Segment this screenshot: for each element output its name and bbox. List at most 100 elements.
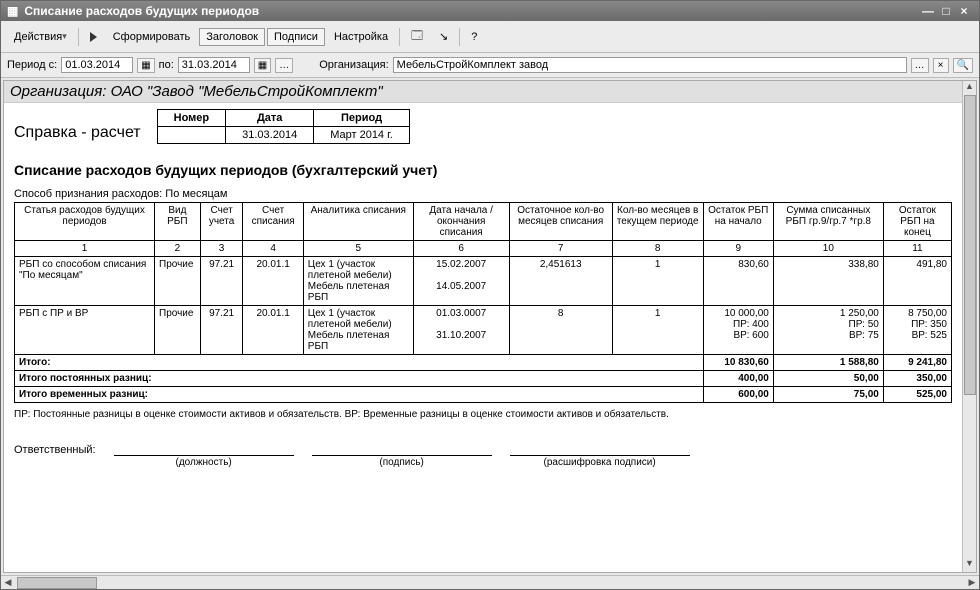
filter-bar: Период с: ▦ по: ▦ … Организация: … × 🔍 xyxy=(1,53,979,78)
total-vr-write: 75,00 xyxy=(773,387,883,403)
calendar-icon-to[interactable]: ▦ xyxy=(254,58,271,73)
setup-button[interactable]: Настройка xyxy=(327,28,395,46)
sign-signature-caption: (подпись) xyxy=(312,457,492,468)
n7: 7 xyxy=(509,241,612,257)
form-label: Сформировать xyxy=(113,31,191,43)
report-title: Списание расходов будущих периодов (бухг… xyxy=(14,162,952,178)
cell-article: РБП с ПР и ВР xyxy=(15,306,155,355)
report-table: Статья расходов будущих периодов Вид РБП… xyxy=(14,202,952,403)
col-cur: Кол-во месяцев в текущем периоде xyxy=(612,203,703,241)
signature-row: Ответственный: (должность) (подпись) (ра… xyxy=(14,442,952,456)
responsible-label: Ответственный: xyxy=(14,444,96,456)
header-button[interactable]: Заголовок xyxy=(199,28,265,46)
cell-type: Прочие xyxy=(155,306,201,355)
actions-label: Действия xyxy=(14,31,62,43)
org-find-button[interactable]: 🔍 xyxy=(953,58,973,73)
sign-name-caption: (расшифровка подписи) xyxy=(510,457,690,468)
n5: 5 xyxy=(303,241,413,257)
col-article: Статья расходов будущих периодов xyxy=(15,203,155,241)
footnote: ПР: Постоянные разницы в оценке стоимост… xyxy=(14,409,952,420)
tool-icon-1[interactable]: 🗔 xyxy=(404,24,430,49)
cell-acct2: 20.01.1 xyxy=(243,257,303,306)
total-pr-write: 50,00 xyxy=(773,371,883,387)
total-vr-row: Итого временных разниц: 600,00 75,00 525… xyxy=(15,387,952,403)
table-row: РБП со способом списания "По месяцам" Пр… xyxy=(15,257,952,306)
cell-write: 338,80 xyxy=(773,257,883,306)
cell-dates: 01.03.000731.10.2007 xyxy=(413,306,509,355)
cell-acct: 97.21 xyxy=(200,306,243,355)
mini-h-num: Номер xyxy=(157,110,226,127)
org-header: Организация: ОАО "Завод "МебельСтройКомп… xyxy=(4,81,962,103)
cell-article: РБП со способом списания "По месяцам" xyxy=(15,257,155,306)
help-button[interactable]: ? xyxy=(464,28,484,46)
mini-v-num xyxy=(157,127,226,144)
close-button[interactable]: × xyxy=(955,4,973,18)
toolbar: Действия Сформировать Заголовок Подписи … xyxy=(1,21,979,53)
col-acct2: Счет списания xyxy=(243,203,303,241)
cell-begin: 10 000,00ПР: 400ВР: 600 xyxy=(703,306,773,355)
col-acct: Счет учета xyxy=(200,203,243,241)
play-icon xyxy=(90,32,97,42)
cell-begin: 830,60 xyxy=(703,257,773,306)
period-from-input[interactable] xyxy=(61,57,133,73)
period-to-label: по: xyxy=(159,59,174,71)
n1: 1 xyxy=(15,241,155,257)
sign-position: (должность) xyxy=(114,442,294,456)
actions-menu[interactable]: Действия xyxy=(7,28,74,46)
n10: 10 xyxy=(773,241,883,257)
n3: 3 xyxy=(200,241,243,257)
sign-signature: (подпись) xyxy=(312,442,492,456)
tool-icon-2[interactable]: ↘ xyxy=(432,27,455,46)
mini-v-period: Март 2014 г. xyxy=(314,127,410,144)
setup-label: Настройка xyxy=(334,31,388,43)
cell-remain: 8 xyxy=(509,306,612,355)
n8: 8 xyxy=(612,241,703,257)
cell-dates: 15.02.200714.05.2007 xyxy=(413,257,509,306)
total-pr-end: 350,00 xyxy=(883,371,951,387)
sign-position-caption: (должность) xyxy=(114,457,294,468)
doc-meta-table: Номер Дата Период 31.03.2014 Март 2014 г… xyxy=(157,109,410,144)
maximize-button[interactable]: □ xyxy=(937,4,955,18)
total-pr-begin: 400,00 xyxy=(703,371,773,387)
calendar-icon-from[interactable]: ▦ xyxy=(137,58,154,73)
total-pr-label: Итого постоянных разниц: xyxy=(15,371,704,387)
total-vr-end: 525,00 xyxy=(883,387,951,403)
vertical-scrollbar[interactable]: ▲ ▼ xyxy=(962,81,976,572)
cell-cur: 1 xyxy=(612,306,703,355)
n6: 6 xyxy=(413,241,509,257)
org-label: Организация: xyxy=(319,59,388,71)
total-end: 9 241,80 xyxy=(883,355,951,371)
org-picker-button[interactable]: … xyxy=(911,58,929,73)
form-button[interactable]: Сформировать xyxy=(106,28,198,46)
cell-acct2: 20.01.1 xyxy=(243,306,303,355)
period-picker-button[interactable]: … xyxy=(275,58,293,73)
col-remain: Остаточное кол-во месяцев списания xyxy=(509,203,612,241)
sign-name: (расшифровка подписи) xyxy=(510,442,690,456)
report-area: Организация: ОАО "Завод "МебельСтройКомп… xyxy=(4,81,962,572)
col-type: Вид РБП xyxy=(155,203,201,241)
cell-analytic: Цех 1 (участок плетеной мебели) Мебель п… xyxy=(303,257,413,306)
col-write: Сумма списанных РБП гр.9/гр.7 *гр.8 xyxy=(773,203,883,241)
org-input[interactable] xyxy=(393,57,907,73)
titlebar: ▦ Списание расходов будущих периодов — □… xyxy=(1,1,979,21)
table-row: РБП с ПР и ВР Прочие 97.21 20.01.1 Цех 1… xyxy=(15,306,952,355)
signs-button[interactable]: Подписи xyxy=(267,28,325,46)
total-begin: 10 830,60 xyxy=(703,355,773,371)
total-label: Итого: xyxy=(15,355,704,371)
col-analytic: Аналитика списания xyxy=(303,203,413,241)
play-button[interactable] xyxy=(83,29,104,45)
doc-title: Справка - расчет xyxy=(14,124,141,142)
cell-write: 1 250,00ПР: 50ВР: 75 xyxy=(773,306,883,355)
cell-analytic: Цех 1 (участок плетеной мебели) Мебель п… xyxy=(303,306,413,355)
org-clear-button[interactable]: × xyxy=(933,58,949,73)
mini-v-date: 31.03.2014 xyxy=(226,127,314,144)
n4: 4 xyxy=(243,241,303,257)
total-row: Итого: 10 830,60 1 588,80 9 241,80 xyxy=(15,355,952,371)
horizontal-scrollbar[interactable]: ◀ ▶ xyxy=(1,575,979,589)
period-to-input[interactable] xyxy=(178,57,250,73)
cell-end: 491,80 xyxy=(883,257,951,306)
n9: 9 xyxy=(703,241,773,257)
cell-cur: 1 xyxy=(612,257,703,306)
cell-end: 8 750,00ПР: 350ВР: 525 xyxy=(883,306,951,355)
minimize-button[interactable]: — xyxy=(919,4,937,18)
